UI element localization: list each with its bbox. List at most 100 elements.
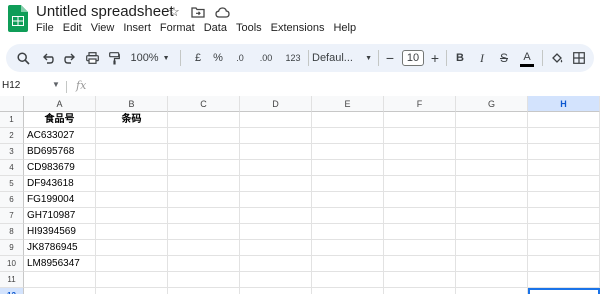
print-icon[interactable] <box>82 44 102 72</box>
cell-a3[interactable]: BD695768 <box>24 144 96 160</box>
cell-e12[interactable] <box>312 288 384 294</box>
cell-f8[interactable] <box>384 224 456 240</box>
font-select[interactable]: Defaul... ▼ <box>312 44 372 72</box>
cell-e1[interactable] <box>312 112 384 128</box>
cell-e11[interactable] <box>312 272 384 288</box>
document-title[interactable]: Untitled spreadsheet <box>36 3 174 20</box>
move-to-folder-icon[interactable] <box>190 4 206 20</box>
row-header-3[interactable]: 3 <box>0 144 24 160</box>
text-color-button[interactable]: A <box>518 44 536 72</box>
cell-a11[interactable] <box>24 272 96 288</box>
cell-a2[interactable]: AC633027 <box>24 128 96 144</box>
cell-g9[interactable] <box>456 240 528 256</box>
cell-h11[interactable] <box>528 272 600 288</box>
cell-a10[interactable]: LM8956347 <box>24 256 96 272</box>
percent-format-button[interactable]: % <box>210 44 226 72</box>
menu-help[interactable]: Help <box>333 22 356 34</box>
cell-d4[interactable] <box>240 160 312 176</box>
paint-format-icon[interactable] <box>104 44 124 72</box>
sheets-logo-icon[interactable] <box>8 5 28 32</box>
cell-g6[interactable] <box>456 192 528 208</box>
cell-h8[interactable] <box>528 224 600 240</box>
decrease-decimals-button[interactable]: .0 <box>230 44 250 72</box>
cell-c12[interactable] <box>168 288 240 294</box>
cell-h6[interactable] <box>528 192 600 208</box>
formula-input[interactable] <box>96 80 586 94</box>
column-header-h[interactable]: H <box>528 96 600 112</box>
cell-g1[interactable] <box>456 112 528 128</box>
increase-decimals-button[interactable]: .00 <box>254 44 278 72</box>
menu-data[interactable]: Data <box>204 22 227 34</box>
strikethrough-icon[interactable]: S <box>496 44 512 72</box>
cell-f12[interactable] <box>384 288 456 294</box>
row-header-11[interactable]: 11 <box>0 272 24 288</box>
column-header-e[interactable]: E <box>312 96 384 112</box>
cell-h5[interactable] <box>528 176 600 192</box>
increase-font-size-icon[interactable]: + <box>428 44 442 72</box>
row-header-8[interactable]: 8 <box>0 224 24 240</box>
cell-f4[interactable] <box>384 160 456 176</box>
cell-e2[interactable] <box>312 128 384 144</box>
cell-a8[interactable]: HI9394569 <box>24 224 96 240</box>
currency-format-button[interactable]: £ <box>190 44 206 72</box>
cell-b2[interactable] <box>96 128 168 144</box>
cell-c1[interactable] <box>168 112 240 128</box>
cell-a12[interactable] <box>24 288 96 294</box>
column-header-d[interactable]: D <box>240 96 312 112</box>
cell-f3[interactable] <box>384 144 456 160</box>
cell-f6[interactable] <box>384 192 456 208</box>
cell-c11[interactable] <box>168 272 240 288</box>
search-menus-icon[interactable] <box>12 44 34 72</box>
menu-edit[interactable]: Edit <box>63 22 82 34</box>
cell-h1[interactable] <box>528 112 600 128</box>
cell-f10[interactable] <box>384 256 456 272</box>
cell-b9[interactable] <box>96 240 168 256</box>
row-header-4[interactable]: 4 <box>0 160 24 176</box>
cell-g11[interactable] <box>456 272 528 288</box>
menu-extensions[interactable]: Extensions <box>271 22 325 34</box>
chevron-down-icon[interactable]: ▼ <box>52 80 60 89</box>
cell-c8[interactable] <box>168 224 240 240</box>
cell-d7[interactable] <box>240 208 312 224</box>
cell-g3[interactable] <box>456 144 528 160</box>
cell-c7[interactable] <box>168 208 240 224</box>
menu-format[interactable]: Format <box>160 22 195 34</box>
cell-h12[interactable] <box>528 288 600 294</box>
cell-c4[interactable] <box>168 160 240 176</box>
cell-h10[interactable] <box>528 256 600 272</box>
fill-color-icon[interactable] <box>548 44 566 72</box>
cell-f1[interactable] <box>384 112 456 128</box>
cell-e3[interactable] <box>312 144 384 160</box>
row-header-6[interactable]: 6 <box>0 192 24 208</box>
cell-a9[interactable]: JK8786945 <box>24 240 96 256</box>
cell-c3[interactable] <box>168 144 240 160</box>
font-size-field[interactable]: 10 <box>401 44 425 72</box>
cell-d5[interactable] <box>240 176 312 192</box>
cell-f11[interactable] <box>384 272 456 288</box>
column-header-g[interactable]: G <box>456 96 528 112</box>
cell-e10[interactable] <box>312 256 384 272</box>
row-header-1[interactable]: 1 <box>0 112 24 128</box>
menu-view[interactable]: View <box>91 22 115 34</box>
name-box[interactable]: H12 <box>2 80 20 91</box>
cell-e5[interactable] <box>312 176 384 192</box>
row-header-5[interactable]: 5 <box>0 176 24 192</box>
row-header-7[interactable]: 7 <box>0 208 24 224</box>
cell-d1[interactable] <box>240 112 312 128</box>
cell-h3[interactable] <box>528 144 600 160</box>
cell-b11[interactable] <box>96 272 168 288</box>
cell-g10[interactable] <box>456 256 528 272</box>
row-header-10[interactable]: 10 <box>0 256 24 272</box>
cell-h7[interactable] <box>528 208 600 224</box>
cell-d12[interactable] <box>240 288 312 294</box>
cell-b12[interactable] <box>96 288 168 294</box>
star-icon[interactable]: ☆ <box>166 4 182 20</box>
cell-d9[interactable] <box>240 240 312 256</box>
zoom-select[interactable]: 100% ▼ <box>130 44 170 72</box>
cell-c2[interactable] <box>168 128 240 144</box>
cell-d8[interactable] <box>240 224 312 240</box>
cell-h9[interactable] <box>528 240 600 256</box>
cell-g5[interactable] <box>456 176 528 192</box>
cell-g4[interactable] <box>456 160 528 176</box>
menu-insert[interactable]: Insert <box>123 22 151 34</box>
